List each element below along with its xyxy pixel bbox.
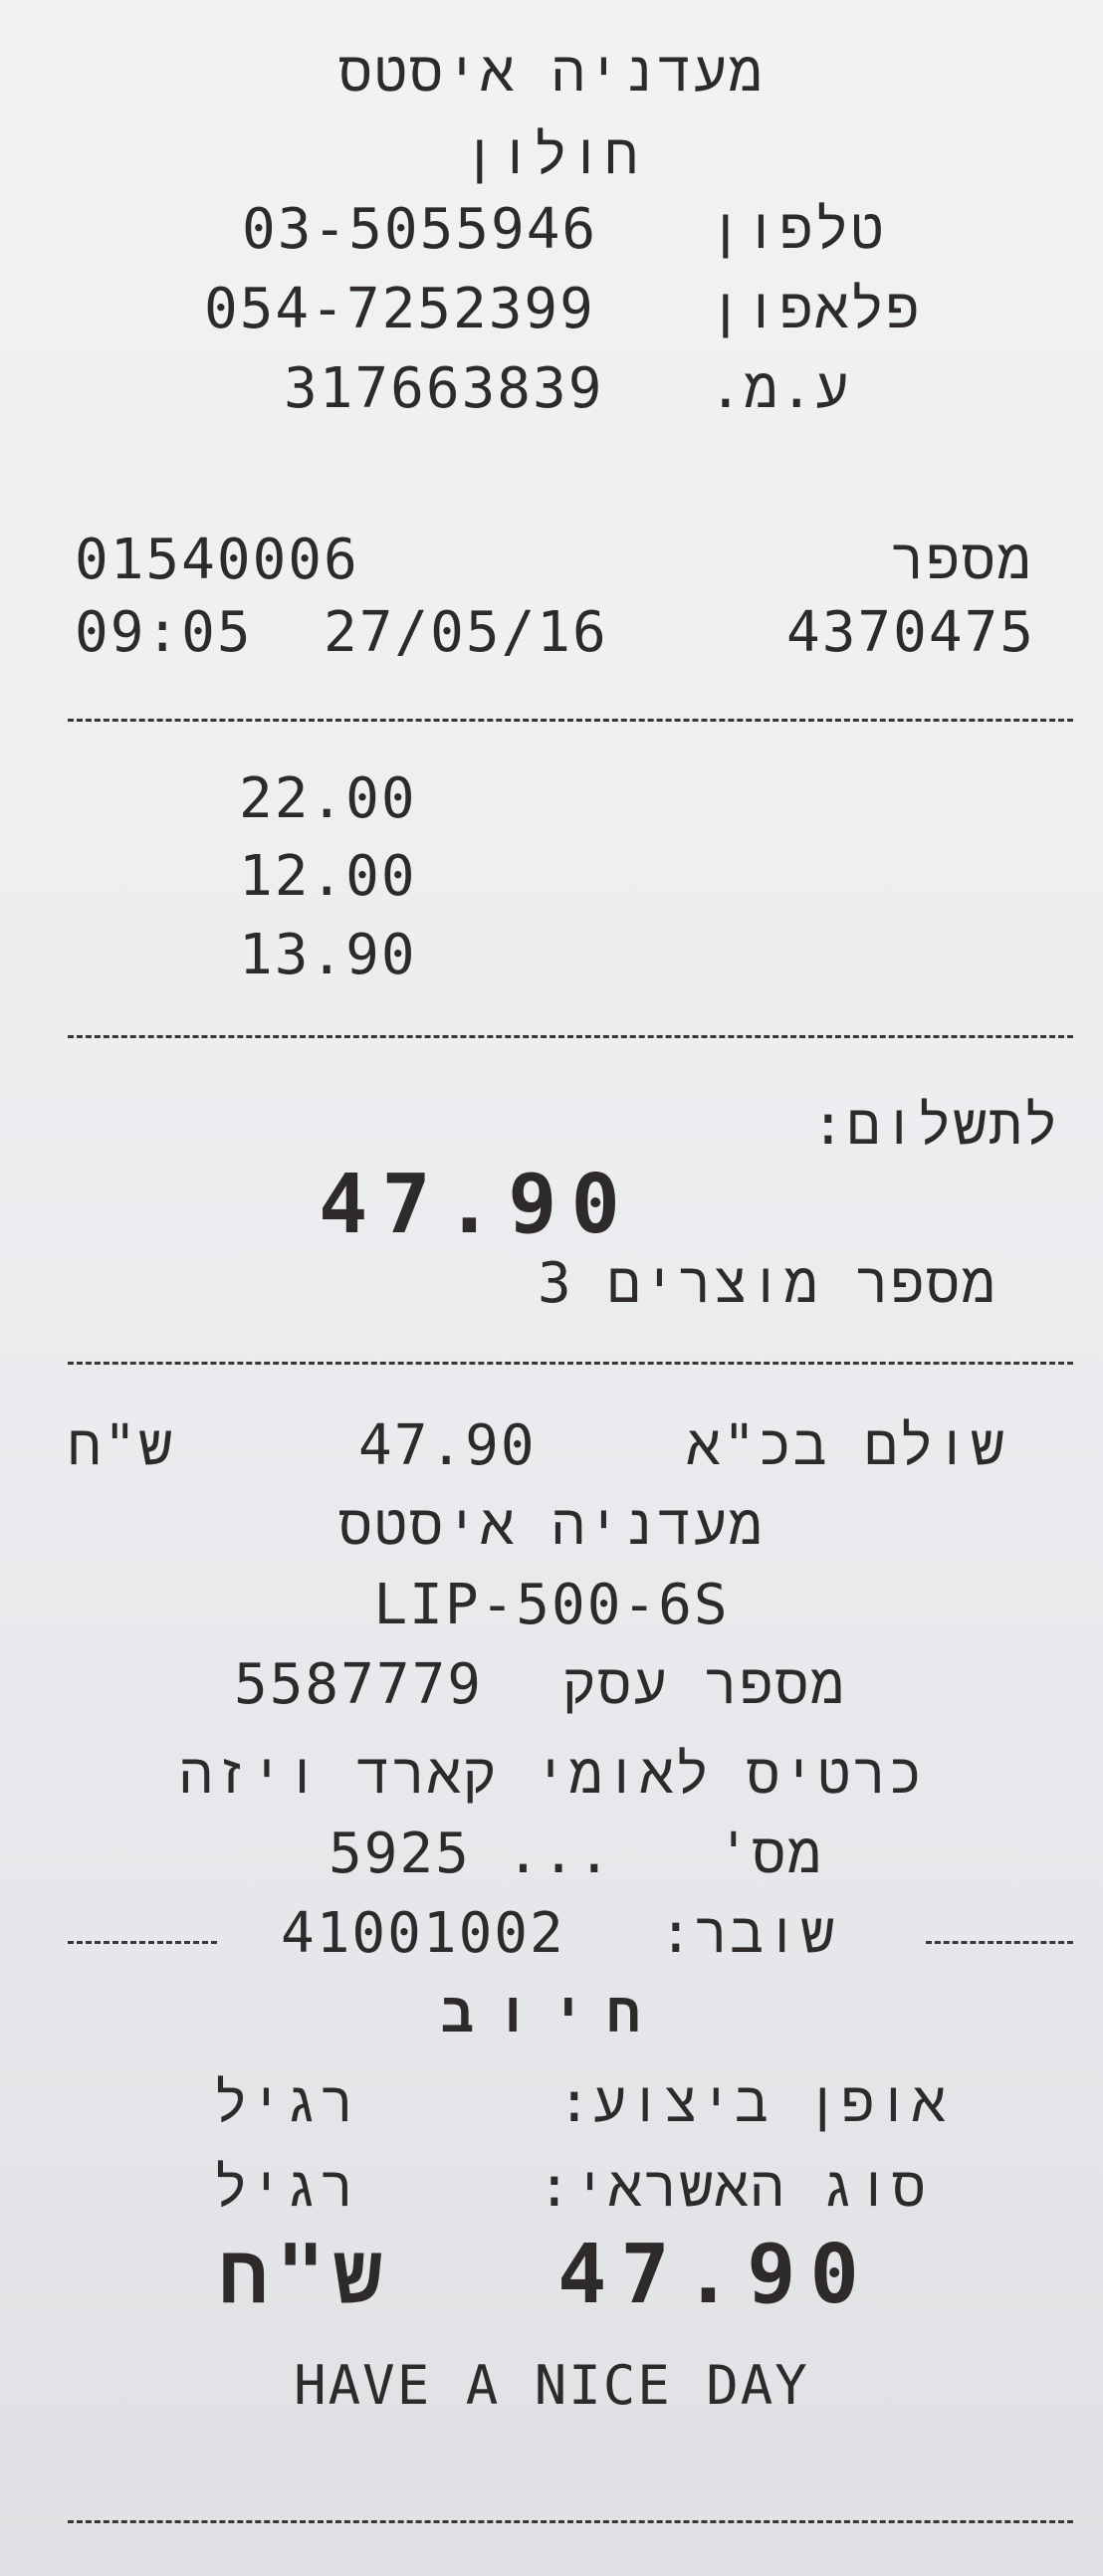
divider	[68, 1035, 1073, 1038]
divider	[926, 1941, 1073, 1944]
terminal-code: LIP-500-6S	[373, 1573, 730, 1637]
store-mobile: 054-7252399	[204, 277, 595, 341]
credit-type-label: סוג האשראי:	[538, 2155, 928, 2220]
store-city: חולון	[462, 122, 641, 187]
business-number-label: מספר עסק	[562, 1652, 846, 1717]
footer-message: HAVE A NICE DAY	[294, 2354, 809, 2417]
business-number: 5587779	[234, 1652, 484, 1717]
card-number-label: מס'	[717, 1822, 823, 1886]
receipt-number: 4370475	[786, 600, 1036, 665]
paid-label: שולם בכ"א	[687, 1413, 1006, 1478]
terminal-id: 01540006	[75, 528, 359, 592]
receipt-time: 09:05	[75, 600, 253, 665]
store-phone-label: טלפון	[709, 197, 887, 262]
item-price: 13.90	[239, 923, 417, 987]
store-mobile-label: פלאפון	[709, 277, 922, 341]
item-price: 12.00	[239, 844, 417, 909]
store-phone: 03-5055946	[242, 197, 598, 262]
divider	[68, 1941, 217, 1944]
voucher-number: 41001002	[281, 1901, 565, 1966]
final-amount: 47.90	[557, 2228, 873, 2322]
divider	[68, 719, 1073, 722]
voucher-label: שובר:	[659, 1901, 837, 1966]
to-pay-label: לתשלום:	[811, 1093, 1060, 1158]
currency-label: ש"ח	[68, 1413, 174, 1478]
store-name: מעדניה איסטס	[338, 40, 765, 105]
card-type: כרטיס לאומי קארד ויזה	[178, 1742, 925, 1807]
divider	[68, 2520, 1073, 2523]
receipt: מעדניה איסטס חולון 03-5055946 טלפון 054-…	[0, 0, 1103, 2576]
item-count-label: מספר מוצרים	[607, 1251, 997, 1316]
execution-value: רגיל	[214, 2070, 356, 2135]
execution-label: אופן ביצוע:	[557, 2070, 948, 2135]
company-id-label: ע.מ.	[709, 356, 851, 421]
company-id: 317663839	[284, 356, 604, 421]
to-pay-amount: 47.90	[319, 1158, 634, 1252]
paid-amount: 47.90	[358, 1413, 537, 1478]
credit-type-value: רגיל	[214, 2155, 356, 2220]
divider	[68, 1362, 1073, 1365]
card-last-digits: 5925 ...	[329, 1822, 613, 1886]
receipt-date: 27/05/16	[324, 600, 608, 665]
charge-label: חיוב	[440, 1981, 663, 2045]
receipt-number-label: מספר	[891, 528, 1033, 592]
item-price: 22.00	[239, 766, 417, 831]
merchant-name: מעדניה איסטס	[338, 1493, 765, 1558]
item-count: 3	[538, 1251, 573, 1316]
final-currency: ש"ח	[219, 2228, 390, 2322]
